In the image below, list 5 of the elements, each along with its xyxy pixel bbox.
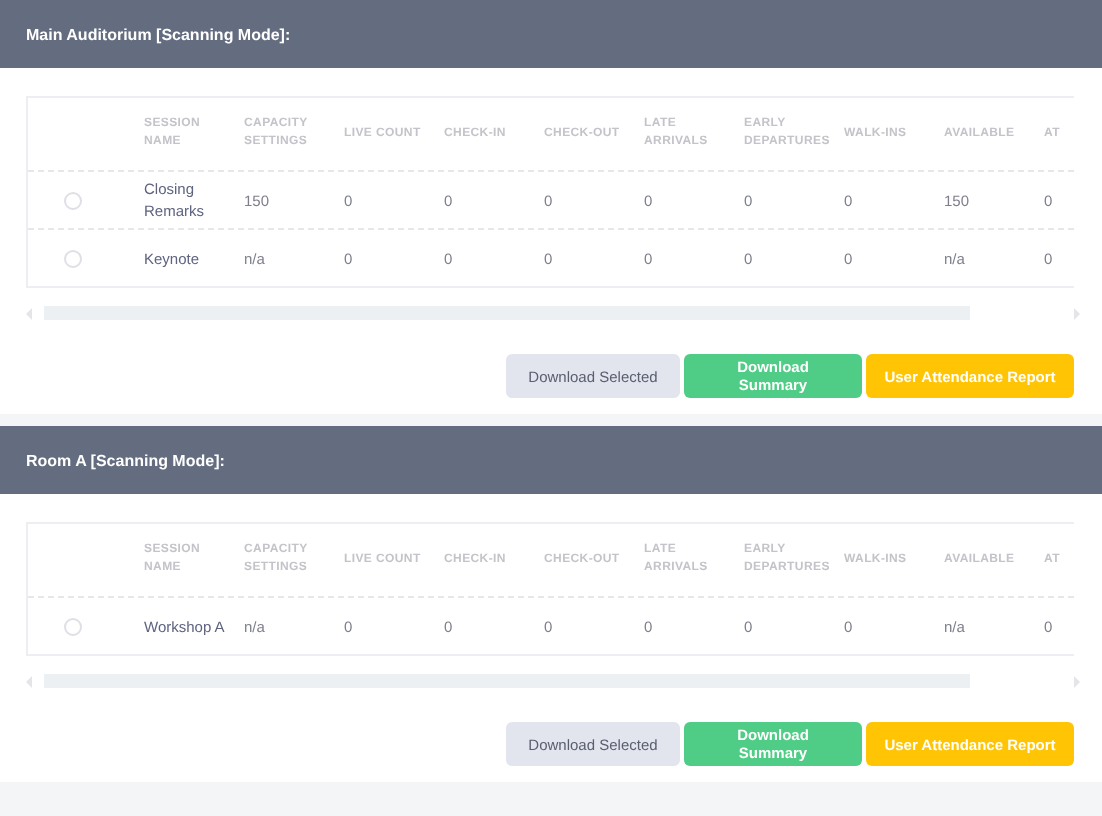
row-radio[interactable] (63, 191, 81, 209)
section-title: Room A [Scanning Mode]: (26, 451, 225, 469)
row-radio[interactable] (63, 617, 81, 635)
row-radio[interactable] (63, 249, 81, 267)
section-title: Main Auditorium [Scanning Mode]: (26, 25, 291, 43)
